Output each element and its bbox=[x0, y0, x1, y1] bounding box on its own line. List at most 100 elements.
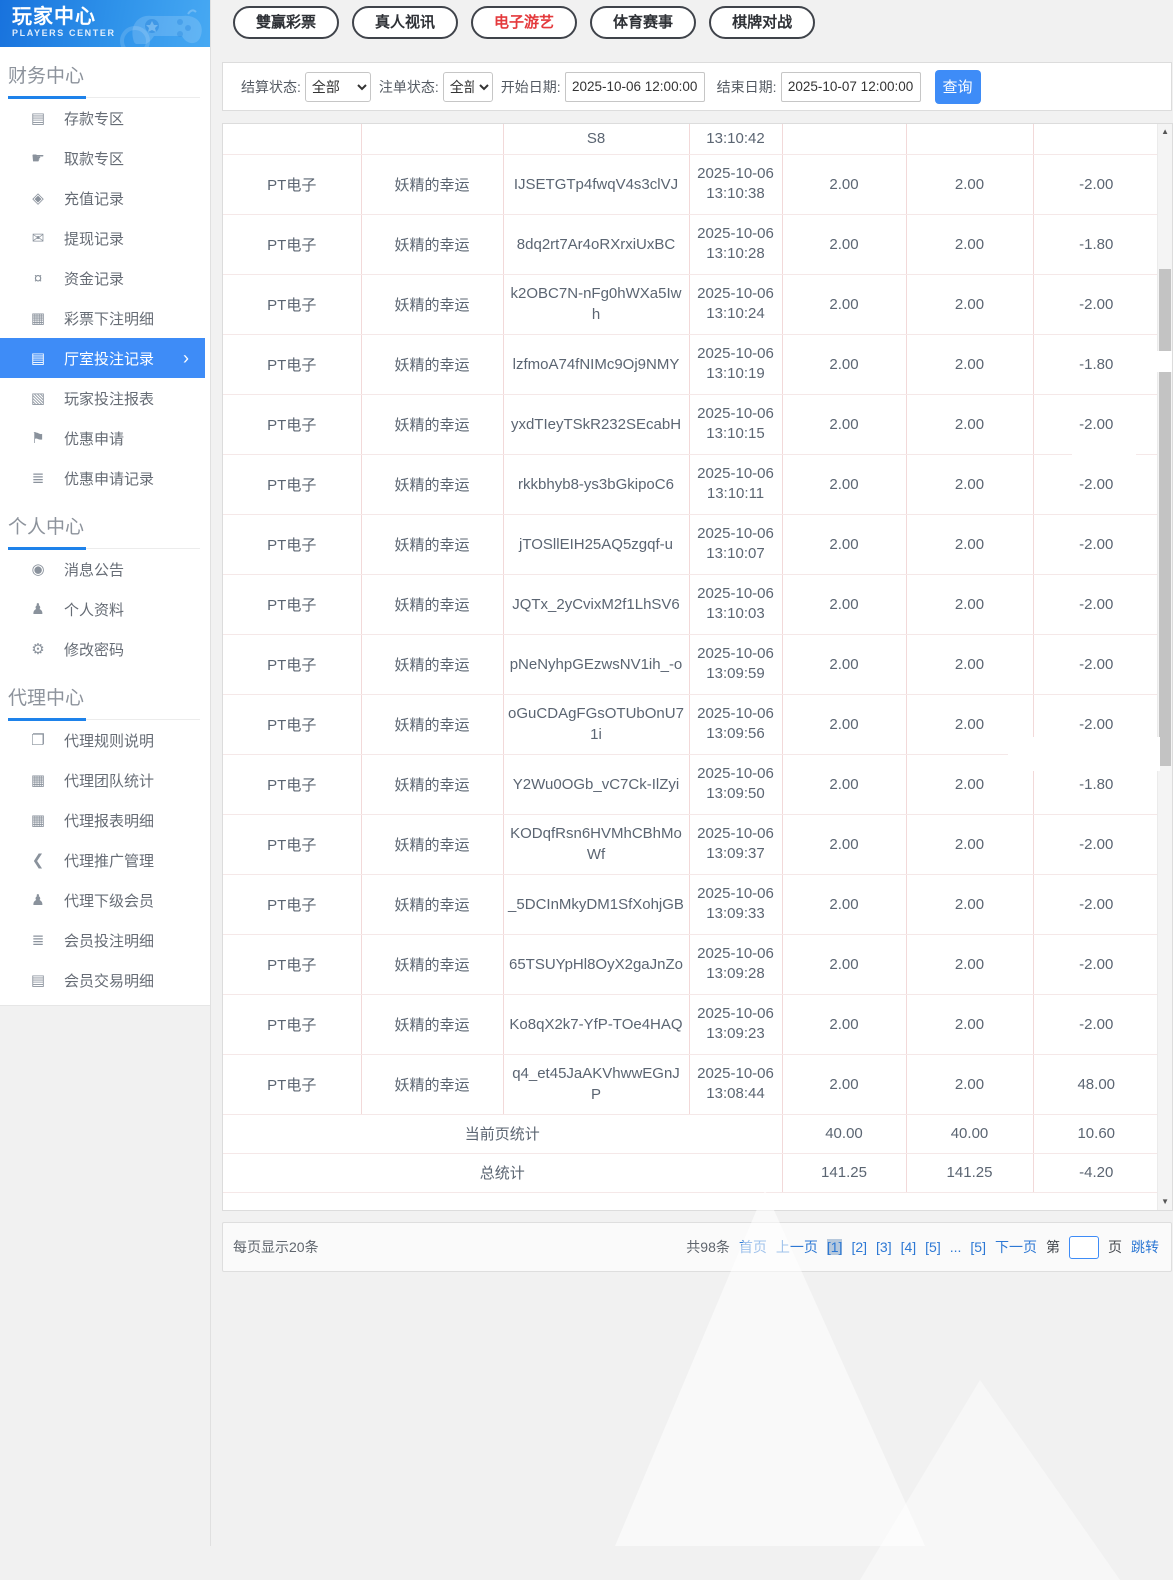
list-icon: ▦ bbox=[30, 310, 46, 327]
sidebar-item-lottery-bet-detail[interactable]: ▦ 彩票下注明细 bbox=[0, 298, 210, 338]
tab-sports[interactable]: 体育赛事 bbox=[590, 6, 697, 39]
sidebar-item-agent-promo-manage[interactable]: ❮ 代理推广管理 bbox=[0, 840, 210, 880]
sidebar-item-agent-rules[interactable]: ❐ 代理规则说明 bbox=[0, 720, 210, 760]
search-button[interactable]: 查询 bbox=[934, 69, 981, 104]
game-cell: 妖精的幸运 bbox=[361, 394, 504, 455]
venue-cell: PT电子 bbox=[223, 214, 362, 275]
datetime-cell: 2025-10-06 13:10:24 bbox=[689, 274, 783, 335]
tab-egame[interactable]: 电子游艺 bbox=[471, 6, 578, 39]
summary-bet-amount: 40.00 bbox=[782, 1114, 907, 1154]
game-cell: 妖精的幸运 bbox=[361, 514, 504, 575]
profit-cell: -2.00 bbox=[1033, 994, 1158, 1055]
game-cell: 妖精的幸运 bbox=[361, 454, 504, 515]
sidebar-item-label: 个人资料 bbox=[64, 601, 125, 619]
order-status-label: 注单状态: bbox=[378, 78, 439, 95]
settle-status-select[interactable]: 全部 bbox=[304, 71, 371, 102]
sidebar-item-profile[interactable]: ♟ 个人资料 bbox=[0, 589, 210, 629]
filter-bar: 结算状态: 全部 注单状态: 全部 开始日期: 结束日期: 查询 bbox=[222, 62, 1172, 111]
game-cell: 妖精的幸运 bbox=[361, 214, 504, 275]
sidebar-item-agent-team-stats[interactable]: ▦ 代理团队统计 bbox=[0, 760, 210, 800]
venue-cell: PT电子 bbox=[223, 634, 362, 695]
sidebar-item-messages[interactable]: ◉ 消息公告 bbox=[0, 549, 210, 589]
order-status-select[interactable]: 全部 bbox=[442, 71, 493, 102]
profit-cell: -2.00 bbox=[1033, 574, 1158, 635]
sidebar-item-label: 资金记录 bbox=[64, 270, 125, 288]
bet-id-cell: oGuCDAgFGsOTUbOnU71i bbox=[503, 694, 690, 755]
tab-live[interactable]: 真人视讯 bbox=[352, 6, 459, 39]
table-row: PT电子 妖精的幸运 q4_et45JaAKVhwwEGnJP 2025-10-06 1… bbox=[223, 1054, 1158, 1115]
bet-amount-cell: 2.00 bbox=[782, 1054, 907, 1115]
valid-amount-cell: 2.00 bbox=[906, 574, 1034, 635]
cell bbox=[1033, 124, 1158, 155]
sidebar-item-agent-sub-members[interactable]: ♟ 代理下级会员 bbox=[0, 880, 210, 920]
date-text: 2025-10-06 bbox=[697, 765, 774, 782]
valid-amount-cell: 2.00 bbox=[906, 1054, 1034, 1115]
sidebar-item-member-trade-detail[interactable]: ▤ 会员交易明细 bbox=[0, 960, 210, 1000]
time-text: 13:09:23 bbox=[706, 1025, 765, 1042]
tab-lottery[interactable]: 雙赢彩票 bbox=[233, 6, 340, 39]
sidebar-item-promo-apply[interactable]: ⚑ 优惠申请 bbox=[0, 418, 210, 458]
sidebar-item-player-bet-report[interactable]: ▧ 玩家投注报表 bbox=[0, 378, 210, 418]
time-text: 13:09:59 bbox=[706, 665, 765, 682]
jump-action-link[interactable]: 跳转 bbox=[1131, 1237, 1159, 1257]
time-text: 13:09:37 bbox=[706, 845, 765, 862]
profit-cell: -1.80 bbox=[1033, 214, 1158, 275]
table-scrollbar[interactable]: ▲ ▼ bbox=[1157, 124, 1172, 1210]
sidebar-item-deposit[interactable]: ▤ 存款专区 bbox=[0, 98, 210, 138]
profit-cell: -2.00 bbox=[1033, 154, 1158, 215]
page-summary-row: 当前页统计 40.00 40.00 10.60 bbox=[223, 1114, 1158, 1154]
jump-prefix-text: 第 bbox=[1046, 1239, 1060, 1255]
scrollbar-down-arrow-icon[interactable]: ▼ bbox=[1158, 1194, 1172, 1210]
sidebar-item-funds-record[interactable]: ¤ 资金记录 bbox=[0, 258, 210, 298]
venue-cell: PT电子 bbox=[223, 994, 362, 1055]
time-text: 13:09:56 bbox=[706, 725, 765, 742]
summary-profit: 10.60 bbox=[1033, 1114, 1158, 1154]
last-page-link[interactable]: [5] bbox=[970, 1239, 986, 1255]
sidebar-item-withdraw[interactable]: ☛ 取款专区 bbox=[0, 138, 210, 178]
bell-icon: ◉ bbox=[31, 561, 45, 578]
game-cell: 妖精的幸运 bbox=[361, 274, 504, 335]
datetime-cell: 2025-10-06 13:09:37 bbox=[689, 814, 783, 875]
next-page-link[interactable]: 下一页 bbox=[995, 1237, 1037, 1257]
sidebar-section: 财务中心 ▤ 存款专区 ☛ 取款专区 ◈ 充值记录 ✉ 提现记录 ¤ 资金记录 ▦ 彩票下注明细 ▤ 厅室投… bbox=[0, 61, 210, 498]
sidebar-item-promo-apply-record[interactable]: ≣ 优惠申请记录 bbox=[0, 458, 210, 498]
game-cell: 妖精的幸运 bbox=[361, 814, 504, 875]
datetime-cell: 2025-10-06 13:09:50 bbox=[689, 754, 783, 815]
datetime-cell: 2025-10-06 13:10:03 bbox=[689, 574, 783, 635]
jump-page-input[interactable] bbox=[1069, 1235, 1099, 1259]
sidebar-item-label: 充值记录 bbox=[64, 190, 125, 208]
table-row: PT电子 妖精的幸运 yxdTIeyTSkR232SEcabH 2025-10-06 1… bbox=[223, 394, 1158, 455]
cell: 13:10:42 bbox=[689, 124, 783, 155]
game-cell: 妖精的幸运 bbox=[361, 634, 504, 695]
time-text: 13:09:50 bbox=[706, 785, 765, 802]
end-date-input[interactable] bbox=[780, 71, 921, 102]
datetime-cell: 2025-10-06 13:10:28 bbox=[689, 214, 783, 275]
time-text: 13:10:07 bbox=[706, 545, 765, 562]
game-cell: 妖精的幸运 bbox=[361, 154, 504, 215]
sidebar-item-agent-report-detail[interactable]: ▦ 代理报表明细 bbox=[0, 800, 210, 840]
scrollbar-up-arrow-icon[interactable]: ▲ bbox=[1158, 124, 1172, 140]
record-list-icon: ≣ bbox=[31, 470, 45, 487]
sidebar-item-recharge-record[interactable]: ◈ 充值记录 bbox=[0, 178, 210, 218]
summary-label: 总统计 bbox=[223, 1153, 783, 1193]
scrollbar-thumb[interactable] bbox=[1159, 269, 1172, 766]
sidebar-item-change-password[interactable]: ⚙ 修改密码 bbox=[0, 629, 210, 669]
sidebar-item-label: 会员投注明细 bbox=[64, 932, 155, 950]
venue-cell: PT电子 bbox=[223, 574, 362, 635]
tab-board[interactable]: 棋牌对战 bbox=[709, 6, 816, 39]
sidebar-item-member-bet-detail[interactable]: ≣ 会员投注明细 bbox=[0, 920, 210, 960]
sidebar-item-hall-bet-record[interactable]: ▤ 厅室投注记录 › bbox=[0, 338, 205, 378]
venue-cell: PT电子 bbox=[223, 154, 362, 215]
date-text: 2025-10-06 bbox=[697, 825, 774, 842]
start-date-input[interactable] bbox=[564, 71, 705, 102]
summary-valid-amount: 40.00 bbox=[906, 1114, 1034, 1154]
chevron-right-icon: › bbox=[183, 348, 189, 368]
venue-cell: PT电子 bbox=[223, 754, 362, 815]
table-row: PT电子 妖精的幸运 jTOSllEIH25AQ5zgqf-u 2025-10-06 1… bbox=[223, 514, 1158, 575]
page-size-text: 每页显示20条 bbox=[233, 1239, 319, 1255]
page-number-link[interactable]: [5] bbox=[925, 1239, 941, 1255]
venue-cell: PT电子 bbox=[223, 934, 362, 995]
time-text: 13:10:03 bbox=[706, 605, 765, 622]
sidebar-item-withdrawal-record[interactable]: ✉ 提现记录 bbox=[0, 218, 210, 258]
date-text: 2025-10-06 bbox=[697, 585, 774, 602]
